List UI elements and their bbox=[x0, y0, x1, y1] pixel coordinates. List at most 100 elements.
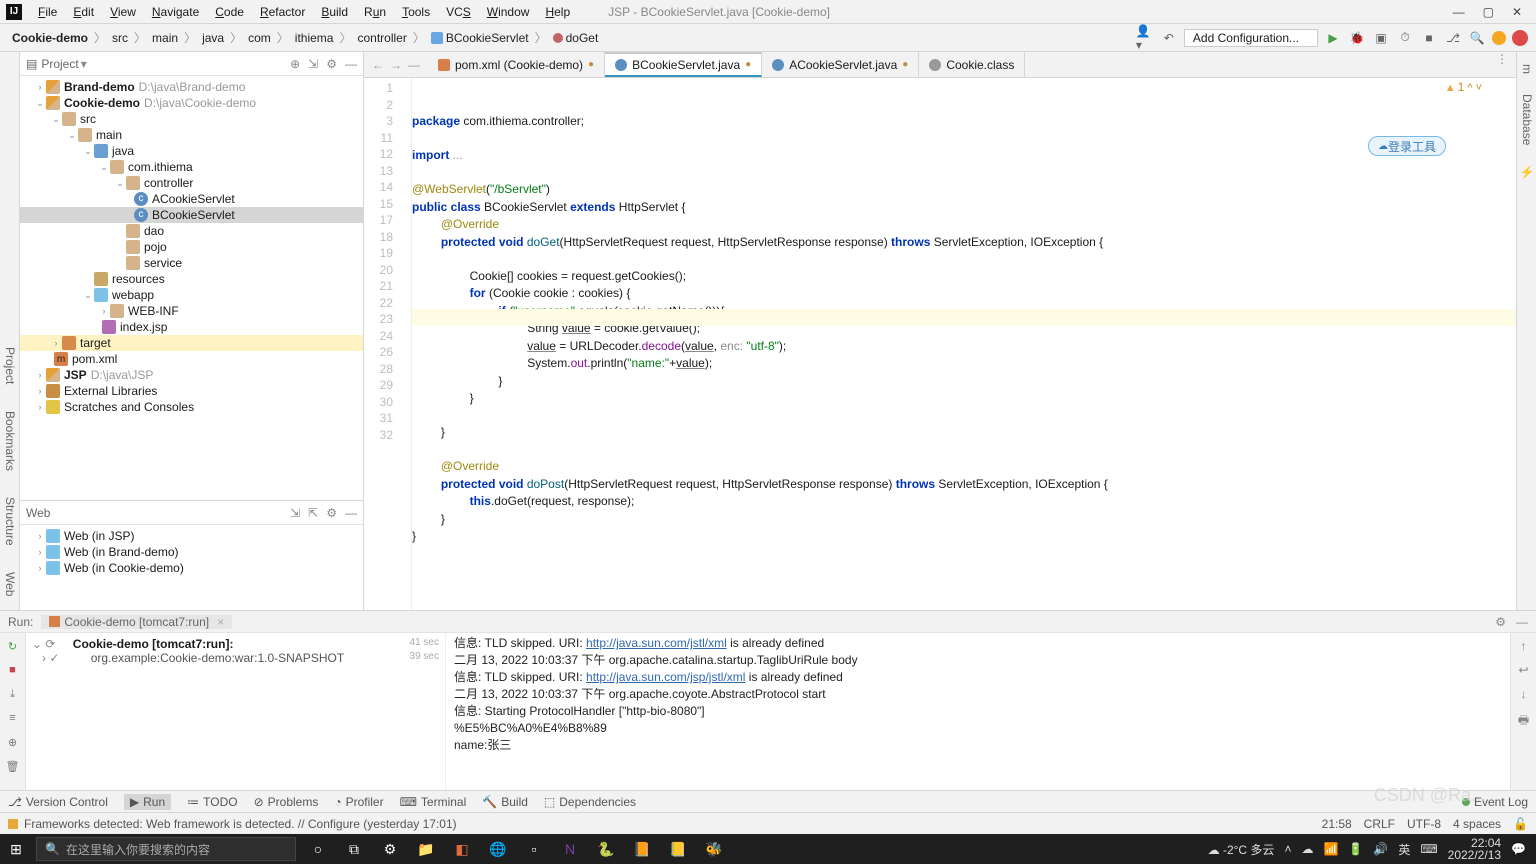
trash-icon[interactable]: 🗑 bbox=[6, 759, 20, 773]
task-intellij[interactable]: ◧ bbox=[444, 841, 480, 858]
menu-window[interactable]: Window bbox=[479, 0, 538, 24]
soft-wrap-icon[interactable]: ↩ bbox=[1518, 663, 1528, 677]
expand-icon[interactable]: ⇲ bbox=[290, 506, 300, 520]
task-view[interactable]: ⧉ bbox=[336, 841, 372, 858]
menu-navigate[interactable]: Navigate bbox=[144, 0, 207, 24]
run-icon[interactable]: ▶ bbox=[1324, 29, 1342, 47]
tray-keyboard-icon[interactable]: ⌨ bbox=[1420, 842, 1437, 856]
gear-icon[interactable]: ⚙ bbox=[1495, 615, 1506, 629]
print-icon[interactable]: 🖶 bbox=[1518, 711, 1529, 732]
tab-close-icon[interactable]: ● bbox=[902, 59, 908, 70]
run-config-select[interactable]: Add Configuration... bbox=[1184, 29, 1318, 47]
crumb[interactable]: src bbox=[108, 31, 132, 45]
menu-file[interactable]: File bbox=[30, 0, 65, 24]
tool-build[interactable]: 🔨 Build bbox=[482, 795, 528, 809]
tab-menu-icon[interactable]: ⋮ bbox=[1488, 52, 1516, 77]
task-app2[interactable]: 🐍 bbox=[588, 841, 624, 858]
menu-run[interactable]: Run bbox=[356, 0, 394, 24]
tray-notification-icon[interactable]: 💬 bbox=[1511, 842, 1526, 856]
task-chrome[interactable]: 🌐 bbox=[480, 841, 516, 858]
notify-icon[interactable] bbox=[1492, 31, 1506, 45]
menu-build[interactable]: Build bbox=[313, 0, 356, 24]
tab-close-icon[interactable]: ● bbox=[588, 59, 594, 70]
toggle-icon[interactable]: ⊕ bbox=[6, 735, 20, 749]
git-icon[interactable]: ⎇ bbox=[1444, 29, 1462, 47]
run-tree[interactable]: 41 sec⌄ ⟳ Cookie-demo [tomcat7:run]: 39 … bbox=[26, 633, 446, 790]
avatar-icon[interactable] bbox=[1512, 30, 1528, 46]
crumb[interactable]: controller bbox=[354, 31, 411, 45]
menu-refactor[interactable]: Refactor bbox=[252, 0, 313, 24]
encoding[interactable]: UTF-8 bbox=[1407, 817, 1441, 831]
crumb-project[interactable]: Cookie-demo bbox=[8, 31, 92, 45]
crumb[interactable]: ithiema bbox=[291, 31, 338, 45]
menu-help[interactable]: Help bbox=[537, 0, 578, 24]
cursor-position[interactable]: 21:58 bbox=[1322, 817, 1352, 831]
project-panel-title[interactable]: Project bbox=[41, 57, 78, 71]
side-maven[interactable]: m bbox=[1517, 58, 1536, 80]
nav-back-icon[interactable]: ← bbox=[372, 58, 384, 72]
crumb[interactable]: com bbox=[244, 31, 275, 45]
tray-ime-icon[interactable]: 英 bbox=[1398, 841, 1410, 858]
menu-tools[interactable]: Tools bbox=[394, 0, 438, 24]
profile-icon[interactable]: ⏱ bbox=[1396, 29, 1414, 47]
run-config-tab[interactable]: Cookie-demo [tomcat7:run] × bbox=[41, 615, 232, 629]
readonly-icon[interactable]: 🔓 bbox=[1513, 817, 1528, 831]
task-app[interactable]: ▫ bbox=[516, 841, 552, 857]
tab-close-icon[interactable]: × bbox=[217, 615, 224, 629]
maximize-icon[interactable]: ▢ bbox=[1483, 5, 1494, 19]
side-web[interactable]: Web bbox=[0, 564, 19, 604]
menu-view[interactable]: View bbox=[102, 0, 144, 24]
stop-icon[interactable]: ■ bbox=[1420, 29, 1438, 47]
debug-icon[interactable]: 🐞 bbox=[1348, 29, 1366, 47]
tool-dependencies[interactable]: ⬚ Dependencies bbox=[544, 795, 636, 809]
scroll-up-icon[interactable]: ↑ bbox=[1521, 639, 1527, 653]
crumb[interactable]: java bbox=[198, 31, 228, 45]
tool-profiler[interactable]: ◔ Profiler bbox=[334, 795, 383, 809]
task-cortana[interactable]: ○ bbox=[300, 841, 336, 857]
crumb-method[interactable]: doGet bbox=[549, 31, 603, 45]
side-project[interactable]: Project bbox=[0, 339, 19, 392]
hide-icon[interactable]: — bbox=[345, 506, 357, 520]
crumb-file[interactable]: BCookieServlet bbox=[427, 31, 533, 45]
side-bookmarks[interactable]: Bookmarks bbox=[0, 403, 19, 479]
locate-icon[interactable]: ⊕ bbox=[290, 57, 300, 71]
hide-icon[interactable]: — bbox=[1516, 615, 1528, 629]
task-settings[interactable]: ⚙ bbox=[372, 841, 408, 858]
tab-pom[interactable]: pom.xml (Cookie-demo)● bbox=[428, 52, 605, 77]
web-panel-title[interactable]: Web bbox=[26, 506, 50, 520]
back-icon[interactable]: ↶ bbox=[1160, 29, 1178, 47]
task-app5[interactable]: 🐝 bbox=[696, 841, 732, 858]
tool-problems[interactable]: ⊘ Problems bbox=[254, 795, 319, 809]
status-message[interactable]: Frameworks detected: Web framework is de… bbox=[24, 817, 457, 831]
down-icon[interactable]: ⤓ bbox=[6, 687, 20, 701]
gear-icon[interactable]: ⚙ bbox=[326, 506, 337, 520]
task-onenote[interactable]: N bbox=[552, 841, 588, 857]
line-separator[interactable]: CRLF bbox=[1364, 817, 1395, 831]
hide-icon[interactable]: — bbox=[345, 57, 357, 71]
side-plugin[interactable]: ⚡ bbox=[1517, 159, 1536, 186]
side-structure[interactable]: Structure bbox=[0, 489, 19, 554]
nav-fwd-icon[interactable]: → bbox=[390, 58, 402, 72]
gear-icon[interactable]: ⚙ bbox=[326, 57, 337, 71]
tab-cookieclass[interactable]: Cookie.class bbox=[919, 52, 1025, 77]
tab-acookie[interactable]: ACookieServlet.java● bbox=[762, 52, 919, 77]
person-icon[interactable]: 👤▾ bbox=[1136, 29, 1154, 47]
indent[interactable]: 4 spaces bbox=[1453, 817, 1501, 831]
tray-volume-icon[interactable]: 🔊 bbox=[1373, 842, 1388, 856]
windows-search[interactable]: 🔍 在这里输入你要搜索的内容 bbox=[36, 837, 296, 861]
tool-terminal[interactable]: ⌨ Terminal bbox=[400, 795, 467, 809]
project-tree[interactable]: ›Brand-demoD:\java\Brand-demo ⌄Cookie-de… bbox=[20, 76, 363, 500]
event-log[interactable]: Event Log bbox=[1462, 795, 1528, 809]
filter-icon[interactable]: ≡ bbox=[6, 711, 20, 725]
side-database[interactable]: Database bbox=[1517, 88, 1536, 151]
tray-clock[interactable]: 22:042022/2/13 bbox=[1448, 837, 1501, 861]
tool-todo[interactable]: ≔ TODO bbox=[187, 795, 237, 809]
tray-battery-icon[interactable]: 🔋 bbox=[1348, 842, 1363, 856]
task-app4[interactable]: 📒 bbox=[660, 841, 696, 858]
close-icon[interactable]: ✕ bbox=[1512, 5, 1522, 19]
menu-code[interactable]: Code bbox=[207, 0, 252, 24]
collapse-icon[interactable]: ⇱ bbox=[308, 506, 318, 520]
tab-close-icon[interactable]: ● bbox=[745, 59, 751, 70]
tray-onedrive-icon[interactable]: ☁ bbox=[1301, 842, 1313, 856]
start-button[interactable]: ⊞ bbox=[0, 841, 32, 858]
